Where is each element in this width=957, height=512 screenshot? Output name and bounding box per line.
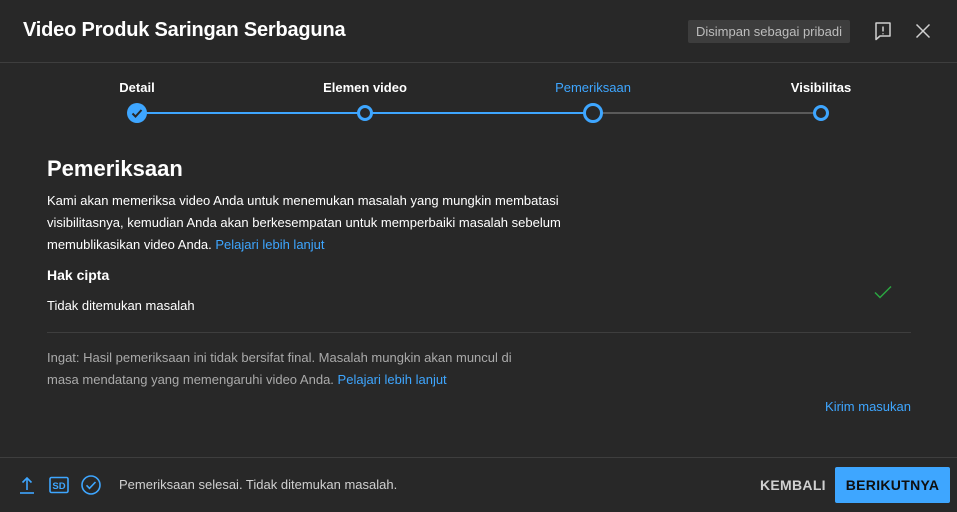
upload-icon[interactable] [15, 473, 39, 497]
step-video-elements-dot[interactable] [357, 105, 373, 121]
copyright-status: Tidak ditemukan masalah [47, 298, 195, 313]
progress-track-remaining [593, 112, 821, 114]
step-visibility-dot[interactable] [813, 105, 829, 121]
step-detail-label[interactable]: Detail [119, 80, 154, 95]
dialog-header: Video Produk Saringan Serbaguna Disimpan… [0, 0, 957, 63]
send-feedback-link[interactable]: Kirim masukan [825, 399, 911, 414]
step-visibility-label[interactable]: Visibilitas [791, 80, 851, 95]
section-title: Pemeriksaan [47, 156, 183, 181]
reminder-note: Ingat: Hasil pemeriksaan ini tidak bersi… [47, 347, 527, 391]
checks-complete-icon[interactable] [79, 473, 103, 497]
back-button[interactable]: KEMBALI [748, 467, 838, 503]
learn-more-link[interactable]: Pelajari lebih lanjut [215, 237, 324, 252]
step-detail-check-icon[interactable] [127, 103, 147, 123]
step-checks-dot[interactable] [583, 103, 603, 123]
footer-status: Pemeriksaan selesai. Tidak ditemukan mas… [119, 477, 398, 492]
step-video-elements-label[interactable]: Elemen video [323, 80, 407, 95]
copyright-heading: Hak cipta [47, 267, 110, 283]
progress-stepper: Detail Elemen video Pemeriksaan Visibili… [0, 63, 957, 143]
check-icon [871, 280, 895, 304]
step-checks-label[interactable]: Pemeriksaan [555, 80, 631, 95]
close-icon[interactable] [911, 19, 935, 43]
checks-description: Kami akan memeriksa video Anda untuk men… [47, 190, 592, 256]
sd-quality-icon[interactable]: SD [47, 473, 71, 497]
report-icon[interactable] [871, 19, 895, 43]
dialog-title: Video Produk Saringan Serbaguna [23, 19, 346, 41]
dialog-footer: SD Pemeriksaan selesai. Tidak ditemukan … [0, 457, 957, 512]
next-button[interactable]: BERIKUTNYA [835, 467, 950, 503]
saved-private-badge: Disimpan sebagai pribadi [688, 20, 850, 43]
divider [47, 332, 911, 333]
note-learn-more-link[interactable]: Pelajari lebih lanjut [338, 372, 447, 387]
sd-label: SD [52, 481, 65, 492]
